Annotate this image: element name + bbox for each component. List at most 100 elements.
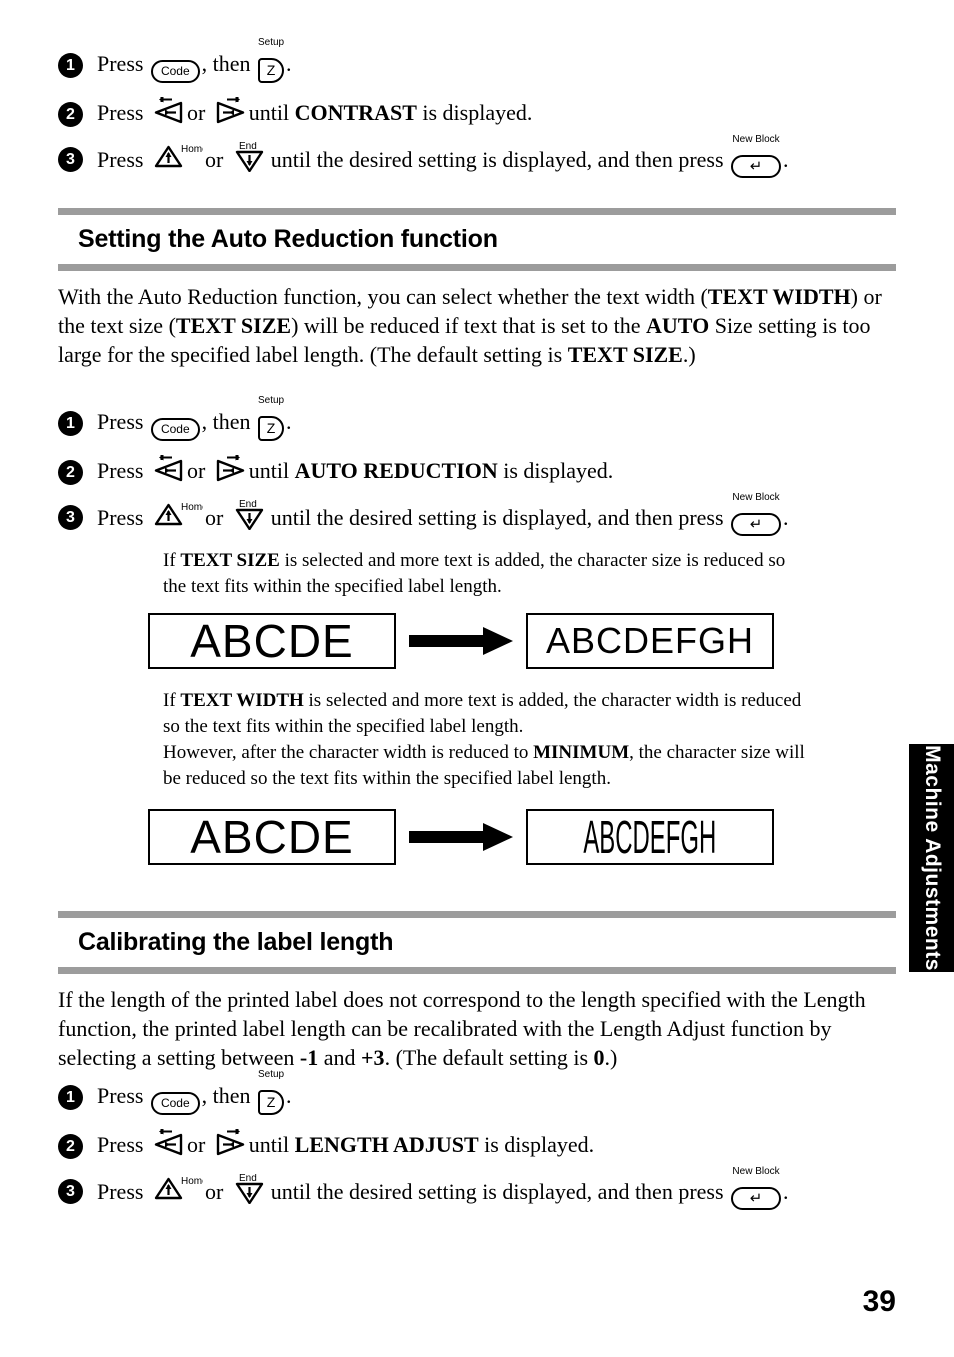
svg-text:End: End — [239, 1174, 257, 1184]
enter-new-block-key[interactable]: New Block ↵ — [731, 492, 782, 538]
left-arrow-icon — [154, 1129, 183, 1156]
svg-text:Home: Home — [181, 144, 203, 155]
right-arrow-key[interactable] — [213, 1129, 247, 1157]
menu-term: LENGTH ADJUST — [294, 1132, 479, 1157]
enter-new-block-key[interactable]: New Block ↵ — [731, 134, 782, 180]
step-row: 3 Press Home or End — [58, 134, 896, 180]
label-box-after: ABCDEFGH — [526, 613, 774, 669]
step-text: Press Code, then Setup Z. — [97, 1069, 292, 1116]
illustration-text-width: ABCDE ABCDEFGH — [148, 809, 774, 865]
step-text: Press or — [97, 455, 613, 487]
left-arrow-key[interactable] — [151, 455, 185, 483]
down-end-key[interactable]: End — [231, 500, 269, 530]
label-box-before: ABCDE — [148, 613, 396, 669]
right-arrow-icon — [409, 627, 513, 655]
contrast-steps-block: 1 Press Code, then Setup Z. 2 Press or u… — [58, 37, 896, 193]
step-text: Press Home or End un — [97, 492, 789, 538]
setup-z-key[interactable]: Setup Z — [258, 37, 285, 84]
section-title: Calibrating the label length — [78, 928, 394, 956]
right-arrow-icon — [216, 97, 244, 124]
step-text: Press Home or End un — [97, 1166, 789, 1212]
left-arrow-icon — [154, 455, 183, 482]
menu-term: CONTRAST — [294, 100, 417, 125]
enter-key-cap: ↵ — [731, 155, 782, 178]
setup-key-label: Setup — [257, 37, 285, 48]
left-arrow-key[interactable] — [151, 1129, 185, 1157]
step-number-badge: 3 — [58, 147, 83, 172]
step-number-badge: 1 — [58, 1085, 83, 1110]
note-text-width-line-b: However, after the character width is re… — [163, 742, 805, 789]
calibrating-steps-block: 1 Press Code, then Setup Z. 2 Press or u… — [58, 1069, 896, 1225]
up-home-key[interactable]: Home — [151, 1174, 203, 1204]
heading-rule-bottom — [58, 264, 896, 271]
step-number-badge: 1 — [58, 53, 83, 78]
step-number-badge: 2 — [58, 102, 83, 127]
side-tab-label: Machine Adjustments — [920, 745, 944, 971]
up-arrow-icon: Home — [154, 502, 203, 526]
step-row: 2 Press or — [58, 455, 896, 487]
step-row: 1 Press Code, then Setup Z. — [58, 1069, 896, 1116]
calibrating-intro: If the length of the printed label does … — [58, 987, 866, 1070]
setup-key-label: Setup — [257, 395, 285, 406]
setup-key-label: Setup — [257, 1069, 285, 1080]
setup-z-key[interactable]: Setup Z — [258, 395, 285, 442]
label-text-after: ABCDEFGH — [583, 811, 717, 863]
left-arrow-key[interactable] — [151, 97, 185, 125]
down-arrow-icon: End — [235, 1174, 263, 1204]
step-row: 3 Press Home or End — [58, 492, 896, 538]
setup-z-key[interactable]: Setup Z — [258, 1069, 285, 1116]
code-key[interactable]: Code — [150, 1084, 200, 1116]
auto-reduction-intro: With the Auto Reduction function, you ca… — [58, 284, 882, 367]
up-home-key[interactable]: Home — [151, 500, 203, 530]
step-text: Press or — [97, 1129, 594, 1161]
section-calibrating-header: Calibrating the label length — [58, 911, 896, 974]
up-home-key[interactable]: Home — [151, 142, 203, 172]
code-key[interactable]: Code — [150, 52, 200, 84]
z-key-cap: Z — [258, 416, 285, 441]
step-text: Press or — [97, 97, 532, 129]
right-arrow-icon — [409, 823, 513, 851]
label-text-before: ABCDE — [190, 615, 354, 667]
up-arrow-icon: Home — [154, 144, 203, 168]
page-number: 39 — [862, 1285, 896, 1318]
down-end-key[interactable]: End — [231, 142, 269, 172]
down-end-key[interactable]: End — [231, 1174, 269, 1204]
down-arrow-icon: End — [235, 500, 263, 530]
step-number-badge: 1 — [58, 411, 83, 436]
right-arrow-key[interactable] — [213, 97, 247, 125]
heading-rule-top — [58, 208, 896, 215]
new-block-key-label: New Block — [732, 134, 780, 145]
svg-text:End: End — [239, 142, 257, 152]
step-number-badge: 2 — [58, 460, 83, 485]
down-arrow-icon: End — [235, 142, 263, 172]
z-key-cap: Z — [258, 58, 285, 83]
enter-new-block-key[interactable]: New Block ↵ — [731, 1166, 782, 1212]
step-number-badge: 3 — [58, 505, 83, 530]
menu-term: AUTO REDUCTION — [294, 458, 498, 483]
right-arrow-icon — [216, 455, 244, 482]
heading-rule-bottom — [58, 967, 896, 974]
step-row: 1 Press Code, then Setup Z. — [58, 37, 896, 84]
label-text-after: ABCDEFGH — [545, 620, 755, 661]
svg-text:End: End — [239, 500, 257, 510]
label-box-before: ABCDE — [148, 809, 396, 865]
right-arrow-key[interactable] — [213, 455, 247, 483]
step-text: Press Home or End un — [97, 134, 789, 180]
left-arrow-icon — [154, 97, 183, 124]
note-text-width-line-a: If TEXT WIDTH is selected and more text … — [163, 690, 802, 737]
step-row: 1 Press Code, then Setup Z. — [58, 395, 896, 442]
manual-page: 1 Press Code, then Setup Z. 2 Press or u… — [0, 0, 954, 1357]
section-auto-reduction-header: Setting the Auto Reduction function — [58, 208, 896, 271]
new-block-key-label: New Block — [732, 492, 780, 503]
new-block-key-label: New Block — [732, 1166, 780, 1177]
step-number-badge: 3 — [58, 1179, 83, 1204]
label-text-before: ABCDE — [190, 811, 354, 863]
code-key[interactable]: Code — [150, 410, 200, 442]
svg-text:Home: Home — [181, 1176, 203, 1187]
code-key-cap: Code — [150, 1092, 200, 1115]
enter-key-cap: ↵ — [731, 1187, 782, 1210]
up-arrow-icon: Home — [154, 1176, 203, 1200]
z-key-cap: Z — [258, 1090, 285, 1115]
note-text-size: If TEXT SIZE is selected and more text i… — [163, 550, 786, 597]
step-row: 2 Press or — [58, 97, 896, 129]
